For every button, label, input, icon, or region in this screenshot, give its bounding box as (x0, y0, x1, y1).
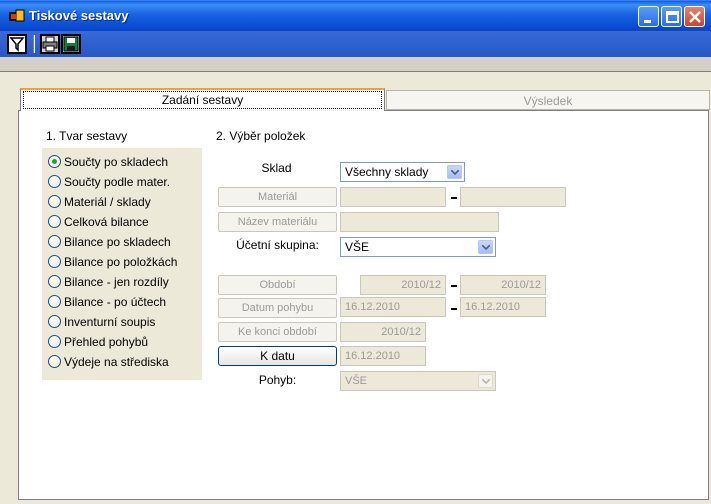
radio-button[interactable] (48, 355, 61, 368)
close-icon (689, 11, 701, 23)
radio-button[interactable] (48, 195, 61, 208)
close-button[interactable] (684, 6, 705, 27)
radio-soucty-podle-mater[interactable]: Součty podle mater. (42, 172, 202, 192)
obdobi-to-field[interactable]: 2010/12 (460, 275, 546, 295)
sklad-select[interactable]: Všechny sklady (340, 162, 465, 182)
save-button[interactable] (61, 34, 81, 54)
toolbar-strip (0, 31, 711, 57)
radio-label: Přehled pohybů (64, 335, 149, 349)
chevron-down-icon[interactable] (478, 240, 493, 254)
save-icon (63, 36, 79, 52)
ke-konci-obdobi-field[interactable]: 2010/12 (340, 322, 426, 342)
radio-bilance-po-skladech[interactable]: Bilance po skladech (42, 232, 202, 252)
toolbar (0, 31, 711, 72)
maximize-icon (666, 11, 679, 23)
tab-control: Zadání sestavy Výsledek 1. Tvar sestavy … (0, 72, 711, 504)
radio-label: Součty po skladech (64, 155, 169, 169)
window-title: Tiskové sestavy (29, 8, 129, 23)
radio-label: Bilance po položkách (64, 255, 178, 269)
radio-celkova-bilance[interactable]: Celková bilance (42, 212, 202, 232)
filter-icon (9, 37, 25, 52)
ucetni-skupina-value: VŠE (345, 240, 370, 254)
print-button[interactable] (40, 34, 60, 54)
radio-button[interactable] (48, 215, 61, 228)
radio-bilance-po-uctech[interactable]: Bilance - po účtech (42, 292, 202, 312)
radio-label: Výdeje na střediska (64, 355, 169, 369)
radio-button[interactable] (48, 235, 61, 248)
radio-inventurni-soupis[interactable]: Inventurní soupis (42, 312, 202, 332)
report-type-group: Součty po skladech Součty podle mater. M… (42, 148, 202, 380)
radio-prehled-pohybu[interactable]: Přehled pohybů (42, 332, 202, 352)
chevron-down-icon[interactable] (478, 374, 493, 388)
tab-zadani-sestavy[interactable]: Zadání sestavy (20, 88, 385, 111)
radio-button[interactable] (48, 255, 61, 268)
sklad-label: Sklad (261, 161, 292, 175)
radio-button[interactable] (48, 275, 61, 288)
radio-bilance-jen-rozdily[interactable]: Bilance - jen rozdíly (42, 272, 202, 292)
nazev-materialu-button[interactable]: Název materiálu (218, 212, 337, 232)
radio-vydeje-na-strediska[interactable]: Výdeje na střediska (42, 352, 202, 372)
title-bar[interactable]: Tiskové sestavy (0, 0, 711, 31)
radio-button[interactable] (48, 315, 61, 328)
radio-label: Bilance po skladech (64, 235, 171, 249)
toolbar-separator (33, 35, 35, 53)
nazev-materialu-field[interactable] (340, 212, 499, 232)
obdobi-button[interactable]: Období (218, 275, 337, 295)
radio-label: Součty podle mater. (64, 175, 171, 189)
material-to-field[interactable] (460, 187, 566, 207)
radio-button[interactable] (48, 295, 61, 308)
radio-label: Bilance - jen rozdíly (64, 275, 169, 289)
range-dash (451, 197, 457, 199)
radio-button[interactable] (48, 335, 61, 348)
section2-title: 2. Výběr položek (216, 129, 306, 143)
minimize-icon (644, 20, 651, 23)
pohyb-label: Pohyb: (258, 373, 297, 387)
tab-panel: 1. Tvar sestavy Součty po skladech Součt… (18, 110, 709, 500)
radio-label: Celková bilance (64, 215, 149, 229)
radio-material-sklady[interactable]: Materiál / sklady (42, 192, 202, 212)
app-icon (9, 9, 25, 22)
datum-pohybu-to-field[interactable]: 16.12.2010 (460, 297, 546, 317)
ucetni-skupina-label: Účetní skupina: (236, 238, 319, 252)
ucetni-skupina-select[interactable]: VŠE (340, 237, 496, 257)
minimize-button[interactable] (638, 6, 659, 27)
radio-button[interactable] (48, 155, 61, 168)
k-datu-field[interactable]: 16.12.2010 (340, 346, 426, 366)
datum-pohybu-from-field[interactable]: 16.12.2010 (340, 297, 446, 317)
sklad-value: Všechny sklady (345, 165, 429, 179)
range-dash (451, 308, 457, 310)
material-button[interactable]: Materiál (218, 187, 337, 207)
ke-konci-obdobi-button[interactable]: Ke konci období (218, 322, 337, 342)
pohyb-select[interactable]: VŠE (340, 371, 496, 391)
print-icon (42, 36, 58, 52)
obdobi-from-field[interactable]: 2010/12 (360, 275, 446, 295)
radio-bilance-po-polozkach[interactable]: Bilance po položkách (42, 252, 202, 272)
material-from-field[interactable] (340, 187, 446, 207)
maximize-button[interactable] (661, 6, 682, 27)
tab-label: Zadání sestavy (23, 91, 382, 109)
radio-soucty-po-skladech[interactable]: Součty po skladech (42, 152, 202, 172)
section1-title: 1. Tvar sestavy (46, 129, 128, 143)
radio-label: Inventurní soupis (64, 315, 156, 329)
filter-button[interactable] (7, 34, 27, 54)
tab-vysledek[interactable]: Výsledek (386, 90, 710, 110)
range-dash (451, 285, 457, 287)
chevron-down-icon[interactable] (447, 165, 462, 179)
radio-label: Bilance - po účtech (64, 295, 167, 309)
pohyb-value: VŠE (345, 375, 368, 387)
radio-label: Materiál / sklady (64, 195, 151, 209)
radio-button[interactable] (48, 175, 61, 188)
datum-pohybu-button[interactable]: Datum pohybu (218, 298, 337, 318)
k-datu-button[interactable]: K datu (218, 346, 337, 366)
